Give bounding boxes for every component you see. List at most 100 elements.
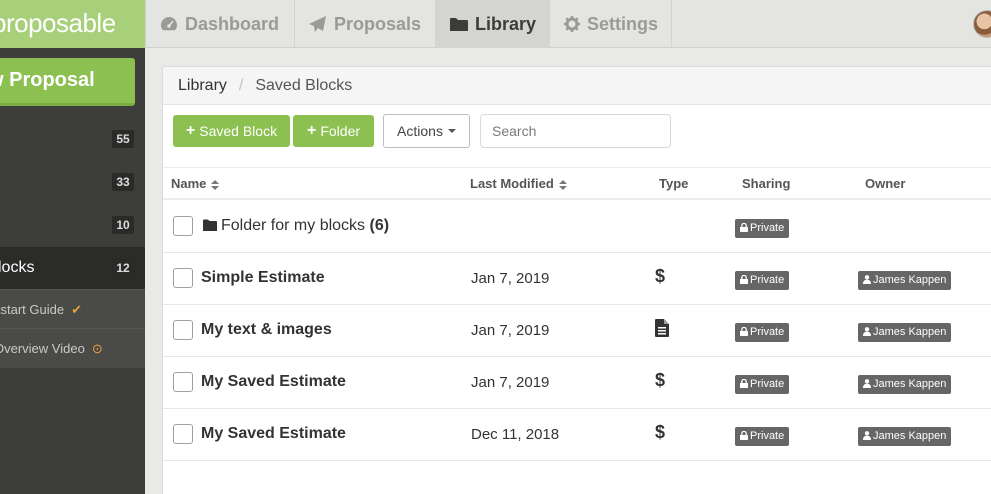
- tab-dashboard-label: Dashboard: [185, 13, 280, 34]
- sidebar-count-badge: 55: [112, 130, 134, 148]
- owner-label: James Kappen: [873, 326, 947, 338]
- column-name-label: Name: [171, 176, 207, 191]
- column-owner: Owner: [865, 176, 906, 191]
- row-checkbox[interactable]: [173, 372, 193, 392]
- row-checkbox[interactable]: [173, 268, 193, 288]
- sidebar-item-label: locks: [0, 259, 35, 276]
- sidebar-count-badge: 10: [112, 216, 134, 234]
- last-modified: Jan 7, 2019: [471, 374, 550, 391]
- row-checkbox[interactable]: [173, 216, 193, 236]
- column-name[interactable]: Name: [171, 176, 220, 191]
- lock-icon: [740, 430, 748, 440]
- row-checkbox[interactable]: [173, 424, 193, 444]
- quickstart-guide-link[interactable]: kstart Guide ✔: [0, 289, 145, 329]
- sidebar-count-badge: 33: [112, 173, 134, 191]
- dollar-icon: $: [655, 266, 666, 286]
- block-name[interactable]: My Saved Estimate: [201, 373, 346, 391]
- main-panel: Library / Saved Blocks + Saved Block + Fol…: [162, 66, 991, 494]
- caret-down-icon: [447, 129, 456, 133]
- sharing-badge: Private: [735, 271, 790, 290]
- play-icon: ⊙: [91, 340, 103, 356]
- sort-icon: [211, 179, 220, 190]
- quickstart-guide-label: kstart Guide: [0, 302, 65, 317]
- lock-icon: [740, 222, 748, 232]
- table-row[interactable]: My text & images Jan 7, 2019 Private Jam…: [163, 305, 991, 357]
- tab-proposals[interactable]: Proposals: [294, 0, 435, 48]
- owner-badge: James Kappen: [858, 427, 952, 446]
- plus-icon: +: [185, 122, 196, 139]
- search-input[interactable]: [480, 114, 671, 148]
- new-proposal-label: w Proposal: [0, 69, 95, 91]
- last-modified: Jan 7, 2019: [471, 270, 550, 287]
- table-row-folder[interactable]: Folder for my blocks (6) Private: [163, 201, 991, 253]
- overview-video-link[interactable]: Overview Video ⊙: [0, 328, 145, 368]
- table-row[interactable]: My Saved Estimate Dec 11, 2018 $ Private…: [163, 409, 991, 461]
- sharing-label: Private: [750, 222, 785, 234]
- sharing-badge: Private: [735, 427, 790, 446]
- paper-plane-icon: [309, 16, 326, 32]
- column-type: Type: [659, 176, 689, 191]
- last-modified: Dec 11, 2018: [471, 426, 560, 443]
- table-row[interactable]: My Saved Estimate Jan 7, 2019 $ Private …: [163, 357, 991, 409]
- overview-video-label: Overview Video: [0, 341, 85, 356]
- new-proposal-button[interactable]: w Proposal: [0, 58, 135, 106]
- sharing-badge: Private: [735, 323, 790, 342]
- actions-dropdown[interactable]: Actions: [383, 114, 470, 148]
- folder-label: Folder: [320, 123, 361, 139]
- sidebar: w Proposal 55 33 10 locks 12 kstart Guid…: [0, 48, 145, 494]
- lock-icon: [740, 378, 748, 388]
- sharing-label: Private: [750, 378, 785, 390]
- row-checkbox[interactable]: [173, 320, 193, 340]
- breadcrumb-current: Saved Blocks: [255, 76, 353, 94]
- user-icon: [863, 379, 871, 388]
- breadcrumb-library[interactable]: Library: [178, 77, 227, 95]
- table-row[interactable]: Simple Estimate Jan 7, 2019 $ Private Ja…: [163, 253, 991, 305]
- last-modified: Jan 7, 2019: [471, 322, 550, 339]
- sidebar-item-saved-blocks[interactable]: locks 12: [0, 247, 145, 289]
- actions-label: Actions: [397, 123, 443, 139]
- tab-proposals-label: Proposals: [334, 13, 422, 34]
- block-name[interactable]: Simple Estimate: [201, 269, 325, 287]
- gear-icon: [564, 16, 580, 32]
- tab-library-label: Library: [475, 13, 537, 34]
- tab-library[interactable]: Library: [435, 0, 549, 48]
- sidebar-item-3[interactable]: 10: [0, 204, 145, 246]
- dollar-icon: $: [655, 422, 666, 442]
- breadcrumb-separator: /: [238, 76, 244, 94]
- column-last-modified[interactable]: Last Modified: [470, 176, 567, 191]
- owner-label: James Kappen: [873, 430, 947, 442]
- user-avatar[interactable]: [973, 10, 991, 38]
- column-sharing: Sharing: [742, 176, 791, 191]
- tab-settings[interactable]: Settings: [549, 0, 671, 48]
- sharing-label: Private: [750, 274, 785, 286]
- sidebar-item-2[interactable]: 33: [0, 161, 145, 203]
- tab-dashboard[interactable]: Dashboard: [145, 0, 294, 48]
- sharing-badge: Private: [735, 375, 790, 394]
- nav-divider: [671, 0, 672, 48]
- folder-name-label: Folder for my blocks: [221, 217, 366, 234]
- block-name[interactable]: My Saved Estimate: [201, 425, 346, 443]
- sidebar-item-1[interactable]: 55: [0, 118, 145, 160]
- sharing-label: Private: [750, 326, 785, 338]
- user-icon: [863, 431, 871, 440]
- block-name[interactable]: My text & images: [201, 321, 332, 339]
- dollar-icon: $: [655, 370, 666, 390]
- user-icon: [863, 275, 871, 284]
- folder-count: (6): [369, 217, 390, 234]
- folder-name[interactable]: Folder for my blocks (6): [203, 217, 389, 235]
- add-folder-button[interactable]: + Folder: [293, 115, 374, 147]
- sort-icon: [558, 179, 567, 190]
- owner-label: James Kappen: [873, 378, 947, 390]
- lock-icon: [740, 326, 748, 336]
- owner-badge: James Kappen: [858, 375, 952, 394]
- table-header: Name Last Modified Type Sharing Owner: [163, 167, 991, 200]
- tab-settings-label: Settings: [587, 13, 659, 34]
- owner-badge: James Kappen: [858, 323, 952, 342]
- sharing-label: Private: [750, 430, 785, 442]
- sidebar-count-badge: 12: [112, 259, 134, 277]
- app-logo[interactable]: proposable: [0, 0, 145, 48]
- checkmark-icon: ✔: [71, 301, 82, 317]
- add-saved-block-button[interactable]: + Saved Block: [173, 115, 290, 147]
- plus-icon: +: [306, 122, 317, 139]
- document-icon: [655, 319, 669, 337]
